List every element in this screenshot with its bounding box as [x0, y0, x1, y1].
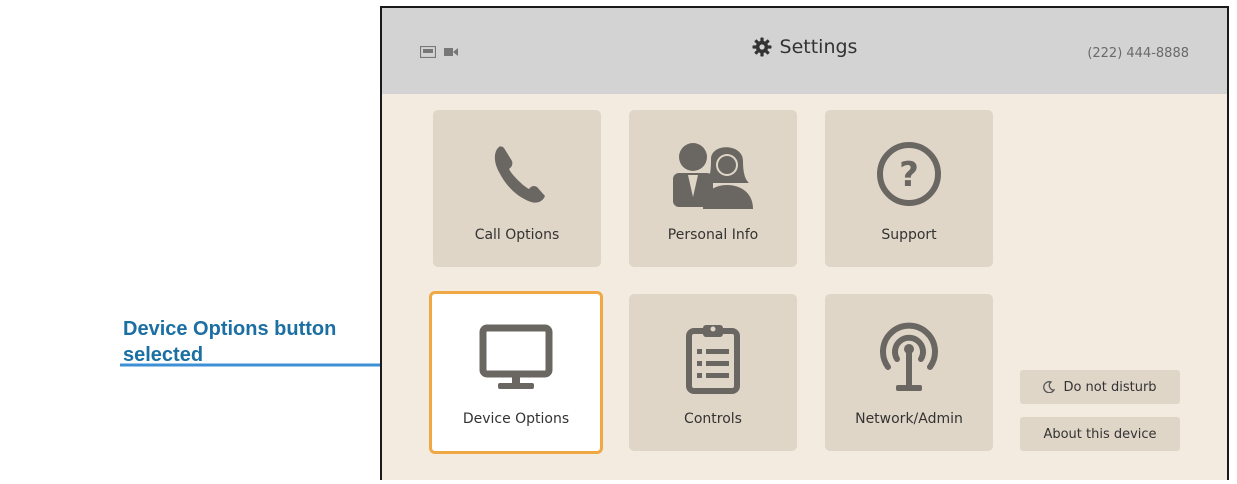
personal-info-button[interactable]: Personal Info — [629, 110, 797, 267]
people-icon — [673, 143, 753, 209]
call-options-button[interactable]: Call Options — [433, 110, 601, 267]
device-options-label: Device Options — [462, 411, 570, 427]
network-admin-button[interactable]: Network/Admin — [825, 294, 993, 451]
personal-info-label: Personal Info — [667, 227, 759, 243]
controls-button[interactable]: Controls — [629, 294, 797, 451]
top-bar: Settings (222) 444-8888 — [382, 8, 1227, 94]
phone-icon — [494, 146, 545, 203]
svg-text:?: ? — [899, 155, 919, 195]
clipboard-icon — [686, 325, 740, 394]
gear-icon — [752, 37, 772, 57]
annotation-arrow — [120, 353, 415, 377]
about-device-label: About this device — [1043, 426, 1157, 442]
annotation-line-1: Device Options button — [123, 318, 337, 340]
question-icon: ? — [877, 142, 941, 206]
device-options-button[interactable]: Device Options — [429, 291, 603, 454]
support-label: Support — [881, 227, 937, 243]
settings-screen: Settings (222) 444-8888 Call Options Per… — [380, 6, 1229, 480]
call-options-label: Call Options — [474, 227, 560, 243]
moon-icon — [1043, 381, 1056, 393]
network-admin-label: Network/Admin — [855, 411, 963, 427]
phone-number: (222) 444-8888 — [1087, 46, 1189, 61]
do-not-disturb-label: Do not disturb — [1063, 379, 1157, 395]
controls-label: Controls — [684, 411, 742, 427]
antenna-icon — [880, 322, 938, 391]
monitor-icon — [479, 324, 553, 389]
support-button[interactable]: ? Support — [825, 110, 993, 267]
title-text: Settings — [779, 36, 858, 58]
do-not-disturb-button[interactable]: Do not disturb — [1020, 370, 1180, 404]
about-device-button[interactable]: About this device — [1020, 417, 1180, 451]
